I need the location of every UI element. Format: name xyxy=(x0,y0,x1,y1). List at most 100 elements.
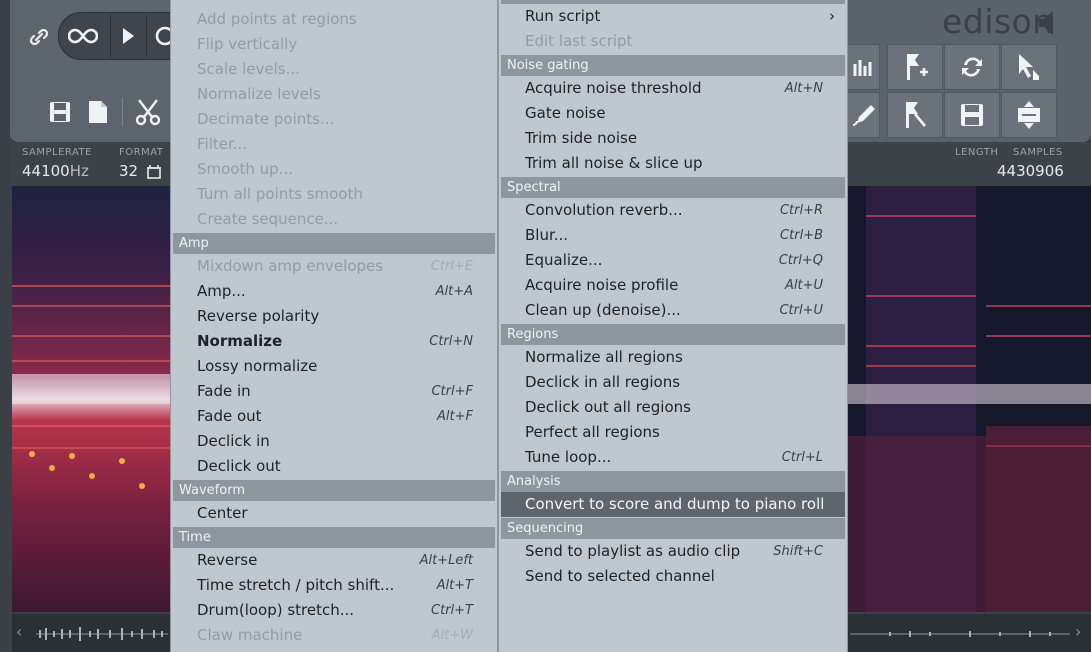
menu-item-normalize-levels[interactable]: Normalize levels xyxy=(171,82,497,107)
loop-icon[interactable] xyxy=(66,22,100,50)
menu-item-center[interactable]: Center xyxy=(171,501,497,526)
menu-item-label: Acquire noise profile xyxy=(525,276,679,294)
menu-item-label: Add points at regions xyxy=(197,10,357,28)
menu-item-gate-noise[interactable]: Gate noise xyxy=(499,101,847,126)
spectrum-tool-button[interactable] xyxy=(846,44,880,90)
menu-item-drum-loop-stretch[interactable]: Drum(loop) stretch... Ctrl+T xyxy=(171,598,497,623)
menu-item-mixdown-amp-envelopes[interactable]: Mixdown amp envelopes Ctrl+E xyxy=(171,254,497,279)
link-icon[interactable] xyxy=(24,22,54,52)
menu-item-label: Equalize... xyxy=(525,251,603,269)
menu-item-claw-machine[interactable]: Claw machine Alt+W xyxy=(171,623,497,648)
drag-out-button[interactable] xyxy=(1001,92,1057,138)
menu-item-label: Acquire noise threshold xyxy=(525,79,702,97)
menu-item-label: Lossy normalize xyxy=(197,357,318,375)
menu-item-label: Flip vertically xyxy=(197,35,298,53)
menu-item-label: Trim all noise & slice up xyxy=(525,154,703,172)
samplerate-number: 44100 xyxy=(22,162,70,180)
menu-item-equalize[interactable]: Equalize... Ctrl+Q xyxy=(499,248,847,273)
menu-item-shortcut: Ctrl+E xyxy=(430,259,473,274)
scroll-waveform-left xyxy=(36,627,168,641)
menu-item-time-stretch[interactable]: Time stretch / pitch shift... Alt+T xyxy=(171,573,497,598)
menu-item-shortcut: Alt+T xyxy=(436,578,473,593)
menu-item-fade-in[interactable]: Fade in Ctrl+F xyxy=(171,379,497,404)
format-icon[interactable] xyxy=(144,162,164,182)
menu-item-send-to-playlist[interactable]: Send to playlist as audio clip Shift+C xyxy=(499,539,847,564)
menu-item-add-points-at-regions[interactable]: Add points at regions xyxy=(171,7,497,32)
menu-item-trim-all-noise[interactable]: Trim all noise & slice up xyxy=(499,151,847,176)
menu-item-shortcut: Ctrl+B xyxy=(780,228,823,243)
speaker-icon xyxy=(1036,8,1058,38)
menu-item-send-to-selected-channel[interactable]: Send to selected channel xyxy=(499,564,847,589)
menu-item-label: Blur... xyxy=(525,226,569,244)
menu-item-declick-out[interactable]: Declick out xyxy=(171,454,497,479)
menu-item-normalize[interactable]: Normalize Ctrl+N xyxy=(171,329,497,354)
menu-item-label: Declick out all regions xyxy=(525,398,691,416)
add-marker-button[interactable] xyxy=(887,44,943,90)
menu-item-label: Reverse xyxy=(197,551,258,569)
menu-item-blur[interactable]: Blur... Ctrl+B xyxy=(499,223,847,248)
menu-item-trim-side-noise[interactable]: Trim side noise xyxy=(499,126,847,151)
spectrogram-left[interactable] xyxy=(12,186,170,612)
menu-header-regions: Regions xyxy=(501,324,845,345)
menu-item-perfect-all-regions[interactable]: Perfect all regions xyxy=(499,420,847,445)
refresh-button[interactable] xyxy=(944,44,1000,90)
menu-item-label: Create sequence... xyxy=(197,210,339,228)
marker-edit-button[interactable] xyxy=(887,92,943,138)
new-file-icon[interactable] xyxy=(84,98,112,126)
menu-item-declick-in[interactable]: Declick in xyxy=(171,429,497,454)
cut-icon[interactable] xyxy=(132,96,164,128)
menu-item-run-script[interactable]: Run script › xyxy=(499,4,847,29)
save-icon[interactable] xyxy=(46,98,74,126)
menu-item-decimate-points[interactable]: Decimate points... xyxy=(171,107,497,132)
menu-item-shortcut: Ctrl+R xyxy=(779,203,823,218)
spectrogram-right[interactable] xyxy=(846,186,1091,612)
menu-item-label: Time stretch / pitch shift... xyxy=(197,576,395,594)
menu-item-edit-last-script[interactable]: Edit last script xyxy=(499,29,847,54)
menu-item-convert-to-score[interactable]: Convert to score and dump to piano roll xyxy=(501,492,845,517)
menu-item-clean-up-denoise[interactable]: Clean up (denoise)... Ctrl+U xyxy=(499,298,847,323)
menu-header-amp: Amp xyxy=(173,233,495,254)
menu-item-lossy-normalize[interactable]: Lossy normalize xyxy=(171,354,497,379)
menu-item-label: Scale levels... xyxy=(197,60,300,78)
toolbar-separator xyxy=(122,98,123,126)
submenu-arrow-icon: › xyxy=(829,7,835,25)
menu-item-normalize-all-regions[interactable]: Normalize all regions xyxy=(499,345,847,370)
scroll-waveform-right xyxy=(850,631,1070,637)
menu-item-declick-out-all-regions[interactable]: Declick out all regions xyxy=(499,395,847,420)
menu-item-acquire-noise-threshold[interactable]: Acquire noise threshold Alt+N xyxy=(499,76,847,101)
menu-item-amp[interactable]: Amp... Alt+A xyxy=(171,279,497,304)
menu-item-label: Mixdown amp envelopes xyxy=(197,257,384,275)
menu-header-analysis: Analysis xyxy=(501,471,845,492)
play-icon[interactable] xyxy=(116,24,140,48)
menu-item-label: Perfect all regions xyxy=(525,423,660,441)
menu-item-shortcut: Alt+A xyxy=(435,284,473,299)
menu-item-label: Fade in xyxy=(197,382,251,400)
menu-header-spectral: Spectral xyxy=(501,177,845,198)
menu-item-label: Normalize all regions xyxy=(525,348,683,366)
menu-item-label: Fade out xyxy=(197,407,262,425)
record-icon[interactable] xyxy=(152,22,172,50)
menu-item-label: Turn all points smooth xyxy=(197,185,363,203)
menu-item-label: Convolution reverb... xyxy=(525,201,683,219)
menu-item-convolution-reverb[interactable]: Convolution reverb... Ctrl+R xyxy=(499,198,847,223)
menu-item-fade-out[interactable]: Fade out Alt+F xyxy=(171,404,497,429)
brush-tool-button[interactable] xyxy=(846,92,880,138)
select-tool-button[interactable] xyxy=(1001,44,1057,90)
menu-item-label: Normalize xyxy=(197,332,283,350)
menu-item-create-sequence[interactable]: Create sequence... xyxy=(171,207,497,232)
menu-item-scale-levels[interactable]: Scale levels... xyxy=(171,57,497,82)
menu-item-declick-in-all-regions[interactable]: Declick in all regions xyxy=(499,370,847,395)
menu-item-acquire-noise-profile[interactable]: Acquire noise profile Alt+U xyxy=(499,273,847,298)
menu-item-tune-loop[interactable]: Tune loop... Ctrl+L xyxy=(499,445,847,470)
menu-item-smooth-up[interactable]: Smooth up... xyxy=(171,157,497,182)
menu-item-turn-all-points-smooth[interactable]: Turn all points smooth xyxy=(171,182,497,207)
scroll-left-icon[interactable]: ‹ xyxy=(16,622,22,641)
menu-item-reverse[interactable]: Reverse Alt+Left xyxy=(171,548,497,573)
menu-item-label: Send to playlist as audio clip xyxy=(525,542,741,560)
save-region-button[interactable] xyxy=(944,92,1000,138)
scroll-right-icon[interactable]: › xyxy=(1075,622,1081,641)
transport-separator xyxy=(110,14,111,58)
menu-item-filter[interactable]: Filter... xyxy=(171,132,497,157)
menu-item-reverse-polarity[interactable]: Reverse polarity xyxy=(171,304,497,329)
menu-item-flip-vertically[interactable]: Flip vertically xyxy=(171,32,497,57)
